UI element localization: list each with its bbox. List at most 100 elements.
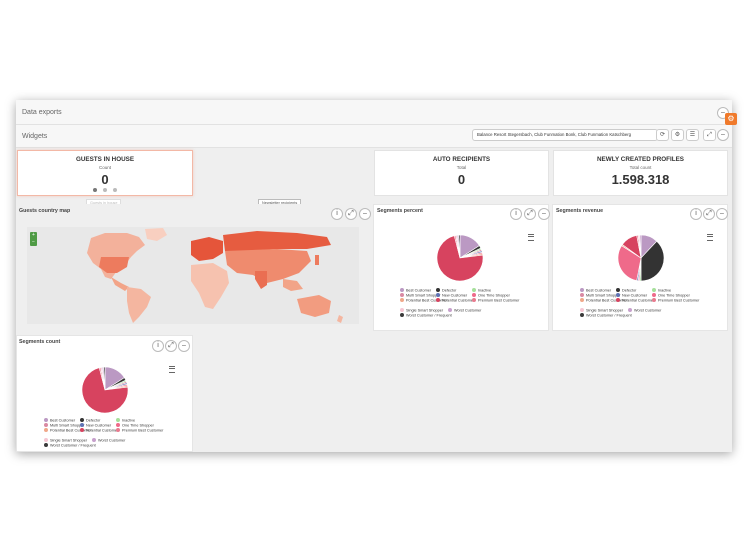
segments-percent-pie[interactable] — [435, 233, 485, 283]
carousel-dot-2[interactable] — [103, 188, 107, 192]
map-south-america — [127, 287, 151, 323]
legend-label: Potential Customer — [622, 298, 655, 303]
segments-count-pie[interactable] — [80, 365, 130, 415]
legend-label: Best Customer — [406, 288, 432, 293]
legend-item[interactable]: One Time Shopper — [116, 423, 154, 428]
map-india — [255, 271, 267, 289]
count-expand-button[interactable]: ⤢ — [165, 340, 177, 352]
kpi-subtitle: Count — [98, 165, 111, 170]
legend-item[interactable]: Inactive — [116, 418, 135, 423]
legend-item[interactable]: Potential Customer — [80, 428, 118, 433]
legend-swatch — [472, 293, 476, 297]
legend-item[interactable]: Premium Best Customer — [472, 298, 519, 303]
legend-item[interactable]: Worst Customer / Frequent — [400, 313, 452, 318]
segments-revenue-pie[interactable] — [616, 233, 666, 283]
map-collapse-button[interactable]: – — [359, 208, 371, 220]
legend-item[interactable]: Worst Customer — [92, 438, 125, 443]
percent-collapse-button[interactable]: – — [538, 208, 550, 220]
legend-item[interactable]: Single Smart Shopper — [580, 308, 623, 313]
segments-count-title: Segments count — [19, 339, 61, 345]
segments-revenue-title: Segments revenue — [556, 208, 604, 214]
legend-item[interactable]: New Customer — [616, 293, 647, 298]
revenue-info-button[interactable]: i — [690, 208, 702, 220]
hotel-filter-select[interactable]: Balance Resort Stegersbach, Club Funmati… — [472, 129, 658, 141]
carousel-dot-1[interactable] — [93, 188, 97, 192]
legend-item[interactable]: New Customer — [80, 423, 111, 428]
legend-label: Single Smart Shopper — [586, 308, 624, 313]
legend-label: Potential Customer — [442, 298, 475, 303]
map-panel-title: Guests country map — [19, 208, 71, 214]
legend-item[interactable]: Inactive — [652, 288, 671, 293]
map-expand-button[interactable]: ⤢ — [345, 208, 357, 220]
legend-label: New Customer — [442, 293, 468, 298]
legend-item[interactable]: Single Smart Shopper — [44, 438, 87, 443]
map-central-america — [111, 277, 129, 291]
legend-label: Worst Customer — [634, 308, 662, 313]
widgets-title: Widgets — [22, 133, 48, 140]
kpi-newly-created-profiles[interactable]: NEWLY CREATED PROFILES Total count 1.598… — [553, 150, 728, 196]
legend-item[interactable]: Potential Customer — [616, 298, 654, 303]
legend-swatch — [400, 288, 404, 292]
revenue-expand-button[interactable]: ⤢ — [703, 208, 715, 220]
fullscreen-button[interactable]: ⤢ — [703, 129, 716, 141]
settings-button[interactable]: ⚙ — [671, 129, 684, 141]
kpi-title: AUTO RECIPIENTS — [432, 156, 491, 163]
revenue-chart-menu-icon[interactable] — [707, 234, 713, 241]
gear-icon[interactable]: ⚙ — [725, 113, 737, 125]
legend-swatch — [616, 298, 620, 302]
legend-label: Premium Best Customer — [122, 428, 164, 433]
percent-expand-button[interactable]: ⤢ — [524, 208, 536, 220]
count-collapse-button[interactable]: – — [178, 340, 190, 352]
legend-item[interactable]: Inactive — [472, 288, 491, 293]
kpi-value: 0 — [101, 172, 109, 187]
legend-item[interactable]: Worst Customer / Frequent — [580, 313, 632, 318]
legend-item[interactable]: Potential Customer — [436, 298, 474, 303]
legend-swatch — [400, 308, 404, 312]
legend-swatch — [436, 288, 440, 292]
kpi-title: GUESTS IN HOUSE — [75, 156, 135, 163]
legend-swatch — [400, 298, 404, 302]
carousel-dot-3[interactable] — [113, 188, 117, 192]
legend-item[interactable]: Multi Smart Shopper — [44, 423, 85, 428]
legend-item[interactable]: Multi Smart Shopper — [580, 293, 621, 298]
count-chart-menu-icon[interactable] — [169, 366, 175, 373]
legend-label: Worst Customer / Frequent — [50, 443, 96, 448]
map-greenland — [145, 228, 167, 241]
legend-item[interactable]: Defector — [80, 418, 100, 423]
kpi-auto-recipients[interactable]: AUTO RECIPIENTS Total 0 — [374, 150, 549, 196]
data-exports-bar[interactable]: Data exports – — [16, 100, 732, 125]
legend-item[interactable]: Multi Smart Shopper — [400, 293, 441, 298]
legend-item[interactable]: Best Customer — [400, 288, 431, 293]
map-zoom-control[interactable]: + − — [30, 232, 37, 246]
kpi-subtitle: Total — [456, 165, 467, 170]
legend-item[interactable]: Premium Best Customer — [652, 298, 699, 303]
legend-item[interactable]: Worst Customer — [448, 308, 481, 313]
revenue-collapse-button[interactable]: – — [716, 208, 728, 220]
legend-item[interactable]: Best Customer — [580, 288, 611, 293]
count-info-button[interactable]: i — [152, 340, 164, 352]
map-japan — [315, 255, 319, 265]
kpi-title: NEWLY CREATED PROFILES — [597, 156, 684, 163]
legend-item[interactable]: One Time Shopper — [472, 293, 510, 298]
percent-chart-menu-icon[interactable] — [528, 234, 534, 241]
legend-label: Inactive — [122, 418, 136, 423]
map-info-button[interactable]: i — [331, 208, 343, 220]
legend-swatch — [652, 288, 656, 292]
widgets-collapse-button[interactable]: – — [717, 129, 729, 141]
refresh-button[interactable]: ⟳ — [656, 129, 669, 141]
legend-item[interactable]: Defector — [616, 288, 636, 293]
legend-item[interactable]: Single Smart Shopper — [400, 308, 443, 313]
legend-label: Defector — [442, 288, 457, 293]
legend-swatch — [44, 423, 48, 427]
legend-item[interactable]: Defector — [436, 288, 456, 293]
legend-item[interactable]: Premium Best Customer — [116, 428, 163, 433]
legend-item[interactable]: New Customer — [436, 293, 467, 298]
legend-item[interactable]: Best Customer — [44, 418, 75, 423]
legend-item[interactable]: One Time Shopper — [652, 293, 690, 298]
percent-info-button[interactable]: i — [510, 208, 522, 220]
segments-revenue-legend: Best Customer Defector Inactive Multi Smart… — [580, 288, 730, 328]
legend-item[interactable]: Worst Customer — [628, 308, 661, 313]
legend-item[interactable]: Worst Customer / Frequent — [44, 443, 96, 448]
list-view-button[interactable]: ☰ — [686, 129, 699, 141]
world-map[interactable] — [27, 227, 359, 324]
